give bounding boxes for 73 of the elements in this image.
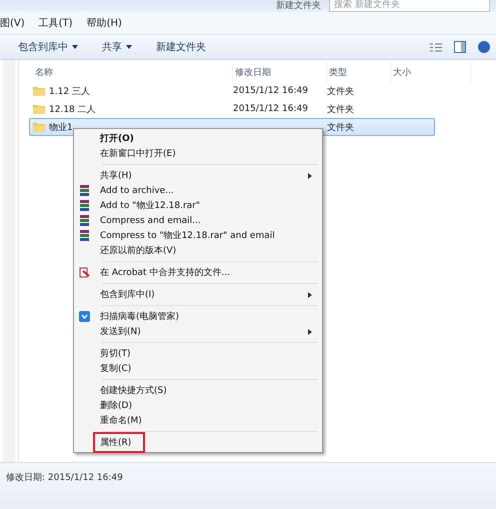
menu-entry[interactable]: 复制(C) bbox=[76, 361, 320, 376]
column-header[interactable]: 类型 bbox=[327, 62, 391, 82]
menu-entry-label: 共享(H) bbox=[99, 170, 133, 183]
menu-entry-label: Add to archive... bbox=[99, 184, 175, 198]
column-header[interactable]: 名称 bbox=[33, 62, 233, 82]
status-text: 修改日期: 2015/1/12 16:49 bbox=[6, 472, 123, 484]
menu-entry[interactable]: 发送到(N) bbox=[76, 324, 320, 339]
menu-entry-label: 在新窗口中打开(E) bbox=[99, 148, 177, 161]
menu-entry-label: 还原以前的版本(V) bbox=[99, 244, 178, 258]
date-cell-text: 2015/1/12 16:49 bbox=[232, 104, 309, 114]
menu-entry-label: 删除(D) bbox=[99, 400, 133, 413]
menu-entry[interactable]: 共享(H) bbox=[76, 168, 320, 183]
menu-entry[interactable]: Add to archive... bbox=[76, 183, 320, 198]
menu-entry[interactable]: 剪切(T) bbox=[76, 346, 320, 361]
type-cell-text: 文件夹 bbox=[326, 86, 355, 98]
menu-entry-label: 扫描病毒(电脑管家) bbox=[99, 310, 180, 324]
menu-entry[interactable]: 属性(R) bbox=[76, 435, 320, 450]
date-cell-text: 2015/1/12 16:49 bbox=[232, 86, 309, 96]
caret-icon bbox=[72, 45, 78, 49]
menu-item[interactable]: 帮助(H) bbox=[86, 16, 122, 30]
folder-icon bbox=[33, 122, 45, 132]
menu-entry[interactable]: 在 Acrobat 中合并支持的文件... bbox=[76, 265, 320, 280]
menu-entry-label: 发送到(N) bbox=[99, 326, 142, 339]
column-header[interactable]: 大小 bbox=[391, 62, 471, 82]
file-name: 12.18 二人 bbox=[49, 104, 96, 116]
file-row[interactable]: 12.18 二人 2015/1/12 16:49 文件夹 bbox=[29, 100, 435, 118]
menu-entry-label: 属性(R) bbox=[93, 432, 146, 453]
stacked-books-icon bbox=[79, 200, 90, 211]
stacked-books-icon bbox=[79, 215, 90, 226]
menu-entry-label: 剪切(T) bbox=[99, 348, 132, 361]
menu-entry[interactable]: 包含到库中(I) bbox=[76, 287, 320, 302]
document-icon bbox=[79, 267, 90, 278]
menu-entry[interactable]: Compress and email... bbox=[76, 213, 320, 228]
menu-entry[interactable]: 扫描病毒(电脑管家) bbox=[76, 309, 320, 324]
menu-entry[interactable]: 还原以前的版本(V) bbox=[76, 243, 320, 258]
menu-entry-label: 复制(C) bbox=[99, 362, 132, 376]
menu-entry[interactable]: Add to "物业12.18.rar" bbox=[76, 198, 320, 213]
shield-icon bbox=[79, 311, 90, 322]
file-name: 物业1 bbox=[49, 122, 73, 134]
menu-entry[interactable]: Compress to "物业12.18.rar" and email bbox=[76, 228, 320, 243]
menu-entry[interactable]: 创建快捷方式(S) bbox=[76, 383, 320, 398]
menu-entry-label: Compress and email... bbox=[99, 214, 202, 228]
menu-item[interactable]: 图(V) bbox=[0, 16, 25, 30]
type-cell-text: 文件夹 bbox=[326, 104, 355, 116]
menu-item[interactable]: 工具(T) bbox=[38, 16, 73, 30]
caret-icon bbox=[126, 45, 132, 49]
folder-icon bbox=[33, 104, 45, 114]
submenu-arrow-icon bbox=[308, 292, 312, 298]
menu-entry-label: 重命名(M) bbox=[99, 414, 143, 428]
pane-icon[interactable] bbox=[454, 41, 466, 53]
submenu-arrow-icon bbox=[308, 173, 312, 179]
menu-entry[interactable]: 重命名(M) bbox=[76, 413, 320, 428]
menu-entry[interactable]: 删除(D) bbox=[76, 398, 320, 413]
toolbar-button[interactable]: 共享 bbox=[102, 38, 132, 56]
breadcrumb[interactable]: 新建文件夹 bbox=[276, 0, 321, 12]
type-cell-text: 文件夹 bbox=[326, 122, 355, 134]
file-row[interactable]: 1.12 三人 2015/1/12 16:49 文件夹 bbox=[29, 82, 435, 100]
folder-icon bbox=[33, 86, 45, 96]
menu-entry-label: 在 Acrobat 中合并支持的文件... bbox=[99, 266, 232, 280]
menu-entry[interactable]: 在新窗口中打开(E) bbox=[76, 146, 320, 161]
toolbar-button[interactable]: 新建文件夹 bbox=[156, 38, 206, 56]
menu-entry-label: 创建快捷方式(S) bbox=[99, 384, 168, 398]
scrollbar[interactable] bbox=[3, 60, 15, 462]
stacked-books-icon bbox=[79, 230, 90, 241]
menu-entry-label: Compress to "物业12.18.rar" and email bbox=[99, 230, 276, 243]
menu-entry-label: 包含到库中(I) bbox=[99, 288, 156, 302]
menu-entry-label: Add to "物业12.18.rar" bbox=[99, 200, 202, 213]
file-name: 1.12 三人 bbox=[49, 86, 90, 98]
submenu-arrow-icon bbox=[308, 329, 312, 335]
toolbar-button[interactable]: 包含到库中 bbox=[18, 38, 78, 56]
column-header[interactable]: 修改日期 bbox=[233, 62, 327, 82]
view-list-icon[interactable] bbox=[430, 42, 442, 52]
stacked-books-icon bbox=[79, 185, 90, 196]
